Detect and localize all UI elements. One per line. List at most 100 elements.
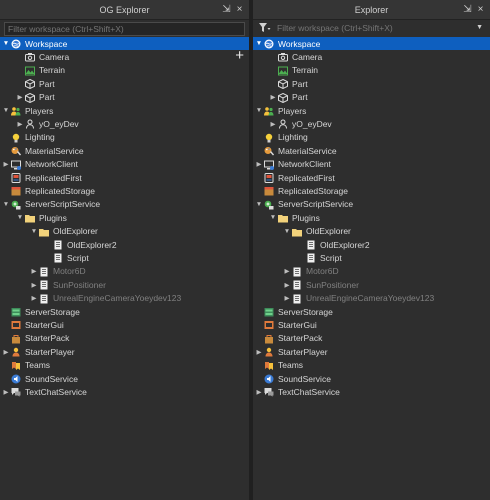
chevron-down-icon[interactable]: ▼ xyxy=(255,198,263,211)
chevron-down-icon[interactable]: ▼ xyxy=(476,24,483,31)
tree-row[interactable]: ▶ Motor6D xyxy=(0,265,249,278)
tree-row[interactable]: ▶ NetworkClient xyxy=(253,158,490,171)
tree-row[interactable]: ▶ UnrealEngineCameraYoeydev123 xyxy=(0,292,249,305)
tree-row[interactable]: ▶ yO_eyDev xyxy=(0,117,249,130)
chevron-right-icon[interactable]: ▶ xyxy=(269,91,277,104)
folder-icon xyxy=(292,227,302,237)
filter-icon[interactable] xyxy=(259,23,271,35)
tree-row[interactable]: Lighting xyxy=(0,131,249,144)
tree-row[interactable]: ▶ Part xyxy=(0,91,249,104)
tree-row[interactable]: ReplicatedStorage xyxy=(0,184,249,197)
tree-row[interactable]: ▼ ServerScriptService xyxy=(253,198,490,211)
tree-row[interactable]: ServerStorage xyxy=(253,305,490,318)
server-script-service-icon xyxy=(11,200,21,210)
chevron-right-icon[interactable]: ▶ xyxy=(16,91,24,104)
tree-row[interactable]: MaterialService xyxy=(0,144,249,157)
tree-row[interactable]: ▼ Players xyxy=(0,104,249,117)
chevron-down-icon[interactable]: ▼ xyxy=(2,37,10,50)
chevron-right-icon[interactable]: ▶ xyxy=(2,158,10,171)
chevron-down-icon[interactable]: ▼ xyxy=(2,198,10,211)
tree-item-label: Camera xyxy=(292,51,323,62)
tree-row[interactable]: ▼ Plugins xyxy=(253,211,490,224)
tree-row[interactable]: ReplicatedFirst xyxy=(253,171,490,184)
tree-row[interactable]: StarterPack xyxy=(253,332,490,345)
tree-row[interactable]: ▶ Motor6D xyxy=(253,265,490,278)
filter-input[interactable] xyxy=(8,23,241,35)
tree-row[interactable]: ▼ OldExplorer xyxy=(253,225,490,238)
tree-row[interactable]: ▶ yO_eyDev xyxy=(253,117,490,130)
tree-row[interactable]: ServerStorage xyxy=(0,305,249,318)
tree-row[interactable]: ▶ StarterPlayer xyxy=(253,345,490,358)
close-icon[interactable]: × xyxy=(475,4,486,15)
filter-input[interactable] xyxy=(277,22,472,34)
tree-row[interactable]: ▶ Part xyxy=(253,91,490,104)
chevron-down-icon[interactable]: ▼ xyxy=(2,104,10,117)
chevron-down-icon[interactable]: ▼ xyxy=(283,225,291,238)
chevron-right-icon[interactable]: ▶ xyxy=(30,278,38,291)
tree-row[interactable]: ▼ OldExplorer xyxy=(0,225,249,238)
chevron-right-icon[interactable]: ▶ xyxy=(2,345,10,358)
tree-row[interactable]: ▼ Players xyxy=(253,104,490,117)
tree-row[interactable]: Terrain xyxy=(253,64,490,77)
tree-row[interactable]: ▶ StarterPlayer xyxy=(0,345,249,358)
chevron-right-icon[interactable]: ▶ xyxy=(255,385,263,398)
tree-row[interactable]: Teams xyxy=(0,359,249,372)
tree-row[interactable]: Camera + xyxy=(0,47,249,64)
chevron-right-icon[interactable]: ▶ xyxy=(255,345,263,358)
chevron-down-icon[interactable]: ▼ xyxy=(16,211,24,224)
tree-row[interactable]: Terrain xyxy=(0,64,249,77)
close-icon[interactable]: × xyxy=(234,4,245,15)
tree-row[interactable]: ▶ UnrealEngineCameraYoeydev123 xyxy=(253,292,490,305)
sound-service-icon xyxy=(264,374,274,384)
tree-row[interactable]: Lighting xyxy=(253,131,490,144)
material-service-icon xyxy=(11,146,21,156)
chevron-right-icon[interactable]: ▶ xyxy=(30,292,38,305)
chevron-right-icon[interactable]: ▶ xyxy=(269,117,277,130)
tree-row[interactable]: Script xyxy=(253,251,490,264)
server-storage-icon xyxy=(264,307,274,317)
chevron-down-icon[interactable]: ▼ xyxy=(255,37,263,50)
tree-row[interactable]: OldExplorer2 xyxy=(0,238,249,251)
tree-row[interactable]: SoundService xyxy=(253,372,490,385)
add-object-button[interactable]: + xyxy=(235,47,244,64)
panel-title: Explorer xyxy=(354,5,389,15)
tree-row[interactable]: Script xyxy=(0,251,249,264)
tree-row[interactable]: ▼ Workspace xyxy=(253,37,490,51)
tree-row[interactable]: StarterPack xyxy=(0,332,249,345)
chevron-right-icon[interactable]: ▶ xyxy=(283,265,291,278)
tree-row[interactable]: ▶ TextChatService xyxy=(0,385,249,398)
chevron-right-icon[interactable]: ▶ xyxy=(255,158,263,171)
tree-row[interactable]: Part xyxy=(0,77,249,90)
chevron-right-icon[interactable]: ▶ xyxy=(16,117,24,130)
tree-item-label: OldExplorer2 xyxy=(67,239,117,250)
material-service-icon xyxy=(264,146,274,156)
tree-row[interactable]: ▶ SunPositioner xyxy=(0,278,249,291)
tree-item-label: ServerScriptService xyxy=(25,199,101,210)
chevron-down-icon[interactable]: ▼ xyxy=(255,104,263,117)
tree-row[interactable]: ▼ Plugins xyxy=(0,211,249,224)
tree-row[interactable]: Camera xyxy=(253,50,490,63)
tree-row[interactable]: ReplicatedStorage xyxy=(253,184,490,197)
tree-row[interactable]: StarterGui xyxy=(253,318,490,331)
undock-icon[interactable]: ⇲ xyxy=(462,4,473,15)
tree-row[interactable]: OldExplorer2 xyxy=(253,238,490,251)
tree-row[interactable]: ReplicatedFirst xyxy=(0,171,249,184)
chevron-right-icon[interactable]: ▶ xyxy=(283,292,291,305)
chevron-right-icon[interactable]: ▶ xyxy=(30,265,38,278)
tree-row[interactable]: ▼ ServerScriptService xyxy=(0,198,249,211)
tree-row[interactable]: SoundService xyxy=(0,372,249,385)
chevron-down-icon[interactable]: ▼ xyxy=(30,225,38,238)
undock-icon[interactable]: ⇲ xyxy=(221,4,232,15)
tree-row[interactable]: ▶ SunPositioner xyxy=(253,278,490,291)
tree-row[interactable]: ▶ TextChatService xyxy=(253,385,490,398)
tree-row[interactable]: ▼ Workspace xyxy=(0,37,249,51)
players-icon xyxy=(11,106,21,116)
tree-row[interactable]: MaterialService xyxy=(253,144,490,157)
chevron-right-icon[interactable]: ▶ xyxy=(283,278,291,291)
chevron-right-icon[interactable]: ▶ xyxy=(2,385,10,398)
tree-row[interactable]: ▶ NetworkClient xyxy=(0,158,249,171)
tree-row[interactable]: StarterGui xyxy=(0,318,249,331)
tree-row[interactable]: Teams xyxy=(253,359,490,372)
chevron-down-icon[interactable]: ▼ xyxy=(269,211,277,224)
tree-row[interactable]: Part xyxy=(253,77,490,90)
